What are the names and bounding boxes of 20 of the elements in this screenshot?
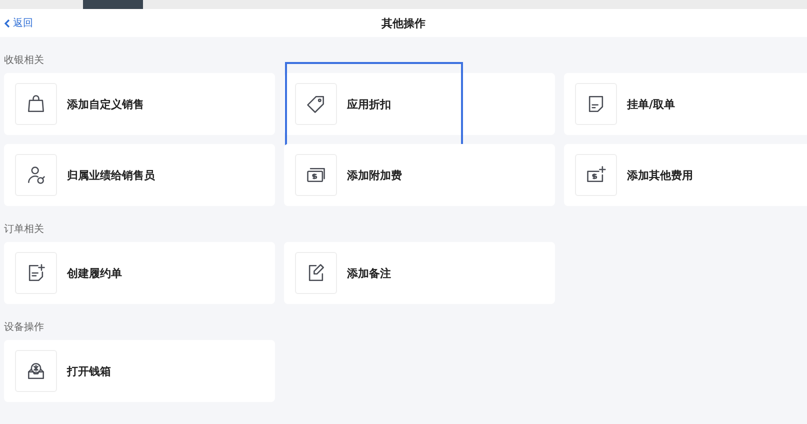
action-card[interactable]: 打开钱箱 — [4, 340, 275, 402]
person-icon — [25, 164, 47, 186]
page-title: 其他操作 — [382, 16, 426, 30]
cash-drawer-icon — [25, 360, 47, 382]
action-card[interactable]: 添加附加费 — [284, 144, 555, 206]
action-card[interactable]: 归属业绩给销售员 — [4, 144, 275, 206]
action-card[interactable]: 添加备注 — [284, 242, 555, 304]
bag-icon — [25, 93, 47, 115]
action-card[interactable]: 挂单/取单 — [564, 73, 807, 135]
tag-icon — [305, 93, 327, 115]
section-heading: 订单相关 — [3, 222, 45, 237]
photo-placeholder — [83, 0, 143, 9]
chevron-left-icon — [4, 18, 10, 28]
section-heading: 收银相关 — [3, 54, 45, 68]
action-card[interactable]: 添加其他费用 — [564, 144, 807, 206]
back-link[interactable]: 返回 — [4, 16, 33, 30]
section-heading: 设备操作 — [3, 321, 45, 335]
action-card[interactable]: 应用折扣 — [284, 73, 555, 135]
action-card[interactable]: 添加自定义销售 — [4, 73, 275, 135]
action-card[interactable]: 创建履约单 — [4, 242, 275, 304]
